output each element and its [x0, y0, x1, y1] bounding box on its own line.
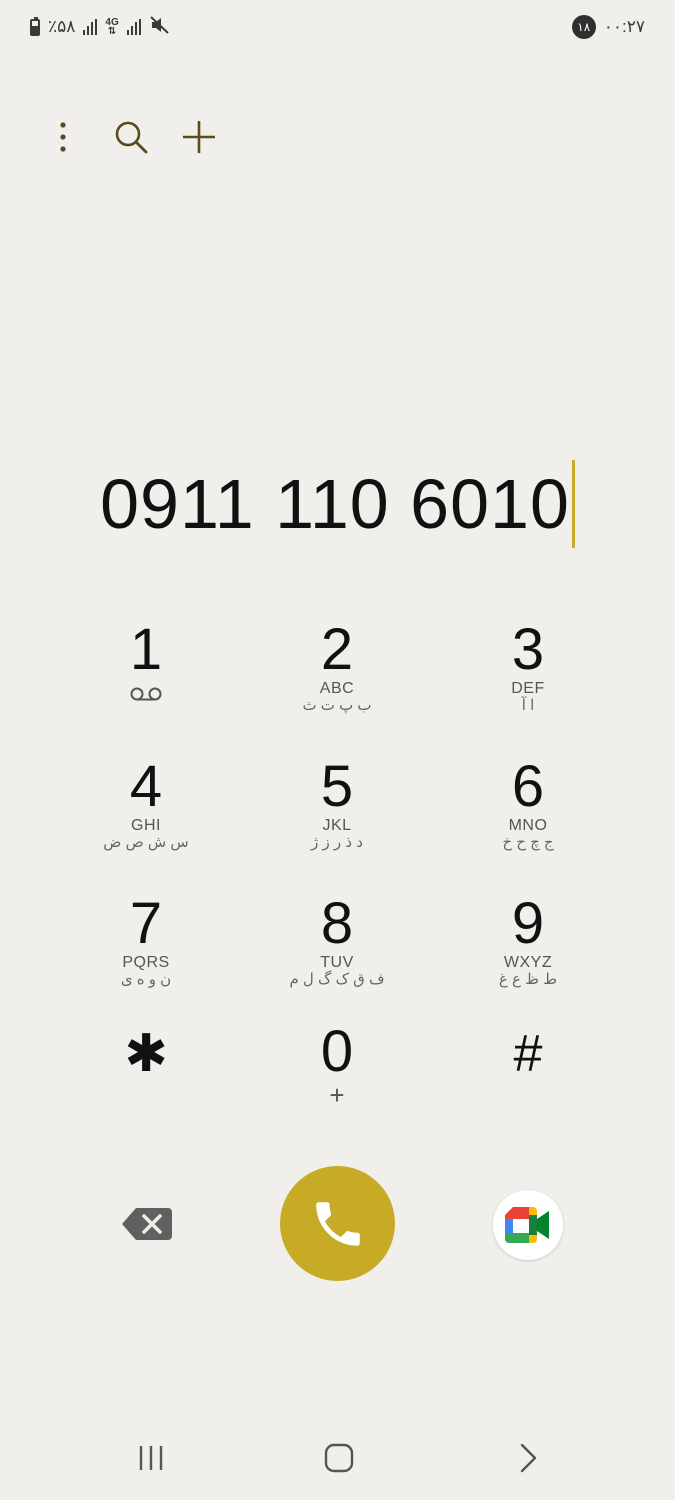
key-letters: JKL	[322, 817, 352, 834]
toolbar	[40, 112, 244, 162]
key-letters: WXYZ	[503, 954, 553, 971]
video-call-button[interactable]	[493, 1190, 563, 1260]
key-farsi-letters: س ش ص ض	[103, 834, 189, 851]
key-digit: ✱	[124, 1025, 168, 1083]
key-4[interactable]: 4 GHI س ش ص ض	[66, 757, 226, 867]
back-button[interactable]	[498, 1430, 558, 1486]
clock: ۰۰:۲۷	[603, 17, 645, 36]
key-farsi-letters: ط ظ ع غ	[498, 971, 558, 988]
key-8[interactable]: 8 TUV ف ق ک گ ل م	[257, 894, 417, 1004]
backspace-icon	[122, 1208, 172, 1240]
dialed-number: 0911 110 6010	[100, 465, 570, 543]
home-button[interactable]	[309, 1430, 369, 1486]
status-right: ۱۸ ۰۰:۲۷	[571, 15, 645, 39]
backspace-button[interactable]	[118, 1204, 174, 1244]
key-digit: 7	[129, 891, 163, 956]
key-farsi-letters: ف ق ک گ ل م	[289, 971, 385, 988]
key-7[interactable]: 7 PQRS ن و ه ی	[66, 894, 226, 1004]
key-digit: 6	[511, 754, 545, 819]
key-letters: PQRS	[122, 954, 170, 971]
key-star[interactable]: ✱	[66, 1024, 226, 1134]
key-letters: GHI	[131, 817, 161, 834]
key-farsi-letters: ن و ه ی	[120, 971, 172, 988]
notification-badge: ۱۸	[571, 15, 596, 39]
key-digit: 8	[320, 891, 354, 956]
key-digit: 2	[320, 617, 354, 682]
battery-percentage: ٪۵۸	[48, 17, 76, 36]
key-2[interactable]: 2 ABC ب پ ت ث	[257, 620, 417, 730]
key-letters: ABC	[319, 680, 355, 697]
signal-icon-2	[126, 19, 141, 35]
more-vert-icon	[60, 122, 66, 152]
text-cursor	[571, 460, 575, 548]
add-contact-button[interactable]	[176, 112, 222, 162]
back-icon	[520, 1443, 537, 1473]
signal-icon	[83, 19, 98, 35]
key-farsi-letters: د ذ ر ز ژ	[311, 834, 363, 851]
phone-icon	[315, 1201, 360, 1246]
key-3[interactable]: 3 DEF ا آ	[448, 620, 608, 730]
search-button[interactable]	[108, 112, 154, 162]
google-meet-icon	[505, 1207, 549, 1243]
status-bar: ٪۵۸ 4G ⇅ ۱۸ ۰۰:۲۷	[30, 12, 645, 42]
key-digit: 5	[320, 754, 354, 819]
recents-button[interactable]	[121, 1430, 181, 1486]
key-letters: DEF	[511, 680, 545, 697]
mute-icon	[149, 15, 171, 40]
recents-icon	[139, 1446, 163, 1470]
key-6[interactable]: 6 MNO ج چ ح خ	[448, 757, 608, 867]
add-icon	[183, 121, 215, 153]
battery-icon	[30, 16, 40, 36]
key-plus: +	[329, 1080, 345, 1110]
key-digit: 9	[511, 891, 545, 956]
home-icon	[324, 1443, 354, 1473]
key-farsi-letters: ا آ	[521, 697, 535, 714]
status-left: ٪۵۸ 4G ⇅	[30, 15, 171, 40]
key-digit: 1	[129, 617, 163, 682]
key-9[interactable]: 9 WXYZ ط ظ ع غ	[448, 894, 608, 1004]
key-farsi-letters: ج چ ح خ	[502, 834, 554, 851]
voicemail-icon	[130, 686, 162, 707]
key-hash[interactable]: #	[448, 1024, 608, 1134]
network-type-label: 4G	[105, 17, 119, 28]
key-digit: 0	[320, 1019, 354, 1084]
search-icon	[115, 121, 148, 154]
more-options-button[interactable]	[40, 112, 86, 162]
key-5[interactable]: 5 JKL د ذ ر ز ژ	[257, 757, 417, 867]
number-display[interactable]: 0911 110 6010	[0, 460, 675, 548]
key-digit: 4	[129, 754, 163, 819]
key-0[interactable]: 0 +	[257, 1022, 417, 1132]
key-1[interactable]: 1	[66, 620, 226, 730]
key-letters: TUV	[320, 954, 354, 971]
key-digit: 3	[511, 617, 545, 682]
key-letters: MNO	[508, 817, 548, 834]
key-digit: #	[513, 1025, 543, 1083]
navigation-bar	[0, 1430, 675, 1486]
key-farsi-letters: ب پ ت ث	[302, 697, 372, 714]
call-button[interactable]	[280, 1166, 395, 1281]
network-type-icon: 4G ⇅	[105, 17, 119, 37]
